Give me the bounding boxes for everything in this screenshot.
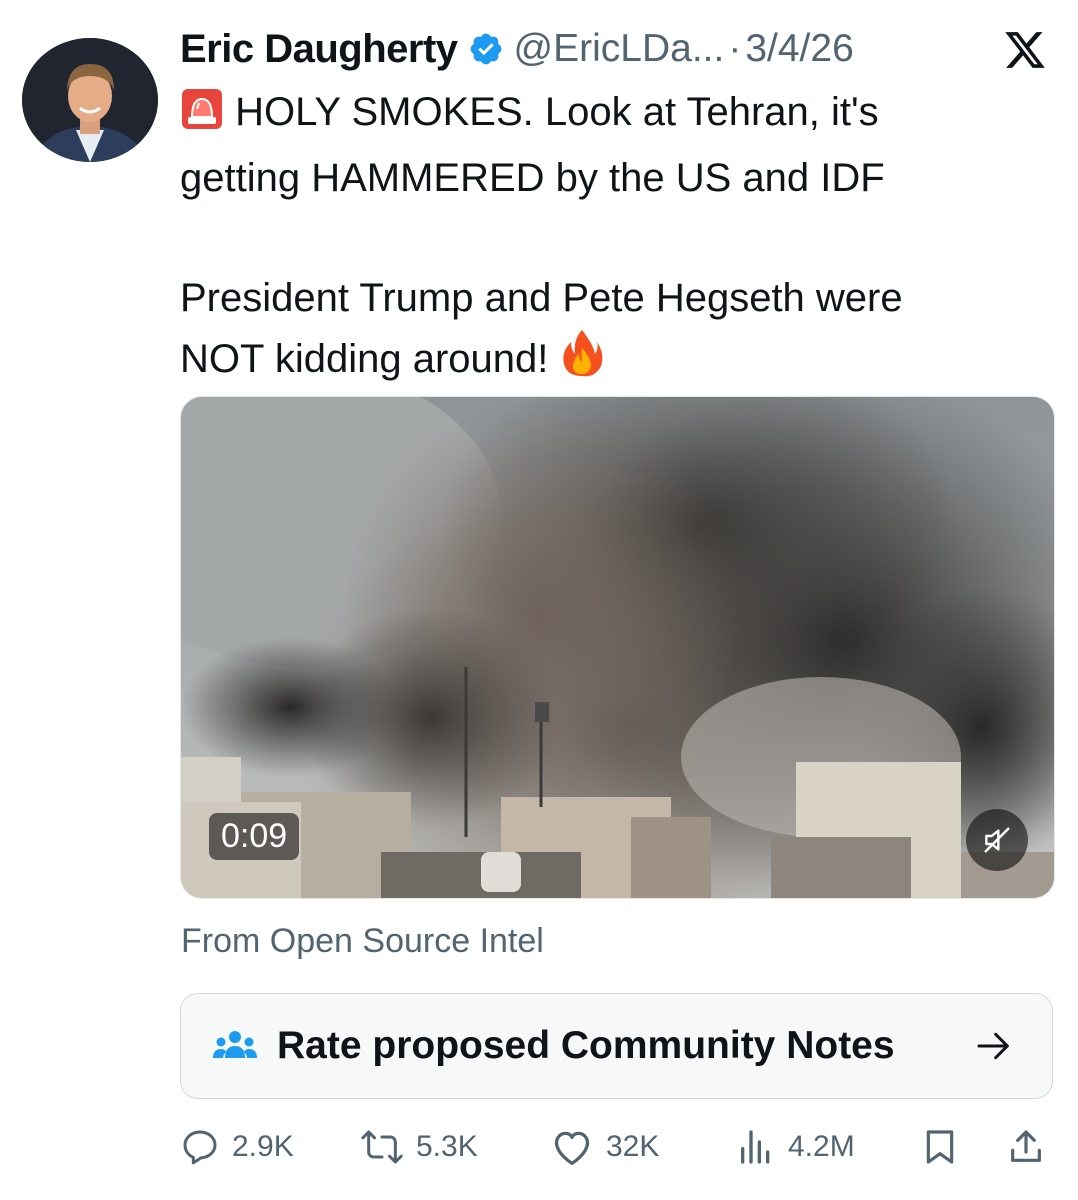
share-button[interactable] bbox=[1006, 1126, 1046, 1168]
source-label[interactable]: From Open Source Intel bbox=[181, 922, 544, 961]
video-duration: 0:09 bbox=[209, 813, 300, 860]
x-logo-icon bbox=[1002, 28, 1048, 72]
separator-dot: · bbox=[728, 27, 742, 70]
verified-badge-icon bbox=[468, 31, 504, 67]
repost-count: 5.3K bbox=[416, 1130, 478, 1163]
tweet-line-4: President Trump and Pete Hegseth were bbox=[180, 276, 903, 320]
views-count: 4.2M bbox=[788, 1130, 855, 1163]
action-bar: 2.9K 5.3K 32K 4.2M bbox=[180, 1120, 1060, 1174]
like-count: 32K bbox=[606, 1130, 660, 1163]
video-player[interactable]: 0:09 bbox=[180, 396, 1055, 899]
people-icon bbox=[213, 1031, 257, 1058]
share-icon bbox=[1011, 1130, 1041, 1162]
tweet-line-1-text: HOLY SMOKES. Look at Tehran, it's bbox=[235, 90, 879, 134]
video-thumbnail bbox=[181, 397, 1054, 898]
heart-icon bbox=[554, 1131, 590, 1165]
tweet-line-5-text: NOT kidding around! bbox=[180, 337, 549, 381]
avatar-photo bbox=[22, 38, 158, 162]
tweet-line-3 bbox=[180, 208, 1040, 268]
author-name[interactable]: Eric Daugherty bbox=[180, 27, 458, 72]
reply-button[interactable]: 2.9K bbox=[180, 1127, 294, 1167]
tweet-line-5: NOT kidding around! bbox=[180, 328, 1040, 395]
bookmark-button[interactable] bbox=[920, 1127, 960, 1167]
tweet-date[interactable]: 3/4/26 bbox=[745, 27, 853, 71]
community-notes-label: Rate proposed Community Notes bbox=[277, 1024, 895, 1067]
reply-count: 2.9K bbox=[232, 1130, 294, 1163]
bookmark-icon bbox=[926, 1130, 954, 1164]
siren-emoji-icon bbox=[180, 87, 224, 148]
tweet-line-1: HOLY SMOKES. Look at Tehran, it's bbox=[180, 82, 1040, 148]
views-chart-icon bbox=[741, 1130, 770, 1164]
tweet-header: Eric Daugherty @EricLDa... · 3/4/26 bbox=[180, 24, 1060, 74]
repost-icon bbox=[361, 1130, 403, 1164]
speaker-muted-icon bbox=[984, 827, 1010, 853]
like-button[interactable]: 32K bbox=[550, 1127, 659, 1167]
fire-emoji-icon bbox=[559, 328, 605, 395]
tweet-line-2: getting HAMMERED by the US and IDF bbox=[180, 156, 885, 200]
reply-icon bbox=[183, 1130, 217, 1165]
tweet-text: HOLY SMOKES. Look at Tehran, it's gettin… bbox=[180, 82, 1040, 395]
author-handle[interactable]: @EricLDa... bbox=[514, 27, 725, 71]
arrow-right-icon bbox=[977, 1032, 1009, 1060]
mute-toggle-button[interactable] bbox=[966, 809, 1028, 871]
views-button[interactable]: 4.2M bbox=[736, 1127, 855, 1167]
community-notes-button[interactable]: Rate proposed Community Notes bbox=[180, 993, 1053, 1099]
repost-button[interactable]: 5.3K bbox=[360, 1127, 478, 1167]
avatar[interactable] bbox=[22, 38, 158, 162]
